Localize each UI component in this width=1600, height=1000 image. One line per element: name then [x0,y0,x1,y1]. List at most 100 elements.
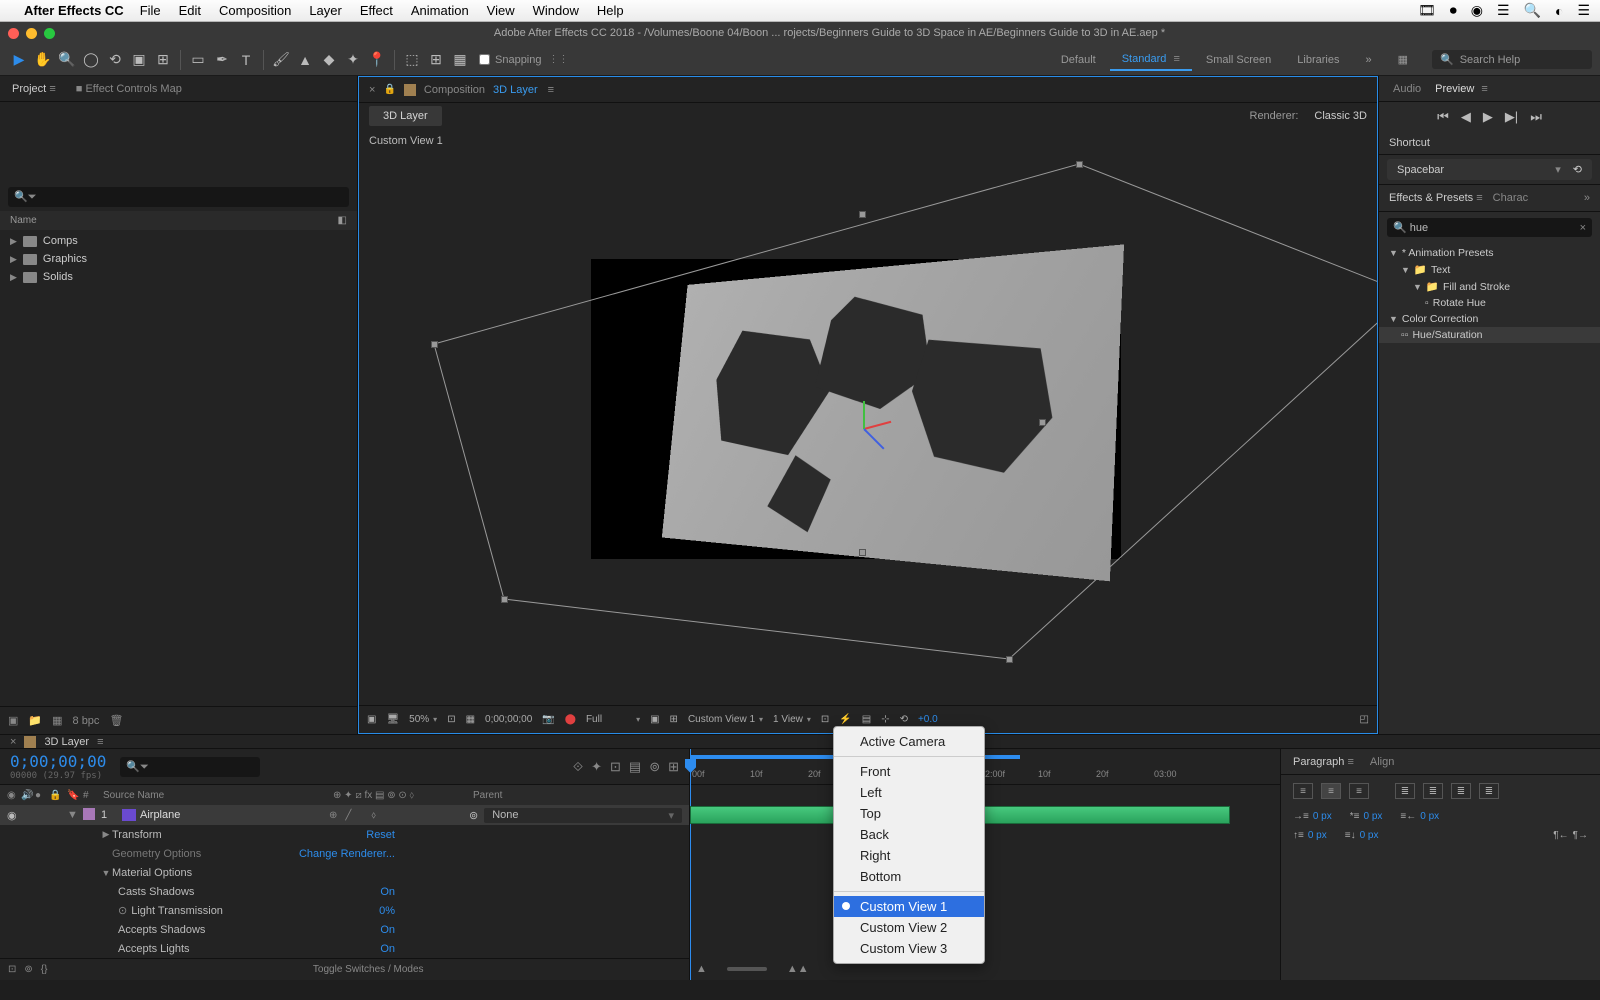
prop-transform[interactable]: ▶TransformReset [0,825,689,844]
view-option-front[interactable]: Front [834,761,984,782]
tl-footer-icon[interactable]: {} [41,964,48,975]
snapping-toggle[interactable]: Snapping ⋮⋮ [479,54,569,66]
playhead[interactable] [690,749,691,980]
hand-tool-icon[interactable]: ✋ [32,49,54,71]
window-close-button[interactable] [8,28,19,39]
indent-first[interactable]: *≡ 0 px [1350,811,1383,822]
justify-all-icon[interactable]: ≣ [1479,783,1499,799]
brush-tool-icon[interactable]: 🖌 [270,49,292,71]
menu-file[interactable]: File [140,3,161,18]
snapping-checkbox[interactable] [479,54,490,65]
layer-handle[interactable] [431,341,438,348]
align-center-icon[interactable]: ≡ [1321,783,1341,799]
view-option-right[interactable]: Right [834,845,984,866]
prop-accepts-shadows[interactable]: Accepts ShadowsOn [0,920,689,939]
project-folder-solids[interactable]: ▶Solids [0,268,357,286]
view-option-custom-1[interactable]: Custom View 1 [834,896,984,917]
snapping-chevron-icon[interactable]: ⋮⋮ [549,54,569,65]
clone-tool-icon[interactable]: ▲ [294,49,316,71]
layer-color-chip[interactable] [83,808,95,820]
project-folder-comps[interactable]: ▶Comps [0,232,357,250]
timeline-ruler[interactable]: 00f 10f 20f 02:00f 10f 20f 03:00 [690,749,1280,785]
paragraph-tab[interactable]: Paragraph ≡ [1293,756,1354,768]
draft-3d-icon[interactable]: ✦ [591,759,602,775]
pen-tool-icon[interactable]: ✒ [211,49,233,71]
character-tab[interactable]: Charac [1493,192,1528,204]
pan-behind-tool-icon[interactable]: ⊞ [152,49,174,71]
reset-exposure-icon[interactable]: ⟲ [900,714,908,725]
workspace-overflow-icon[interactable]: » [1353,50,1383,70]
maximize-icon[interactable]: ◰ [1360,714,1369,725]
tree-hue-saturation[interactable]: ▫▫ Hue/Saturation [1379,327,1600,343]
menu-composition[interactable]: Composition [219,3,291,18]
close-tab-icon[interactable]: × [369,84,375,96]
menu-window[interactable]: Window [533,3,579,18]
effects-search[interactable]: 🔍 hue × [1387,218,1592,237]
tl-footer-icon[interactable]: ⊚ [24,964,32,975]
align-right-icon[interactable]: ≡ [1349,783,1369,799]
frame-blend-icon[interactable]: ▤ [629,759,641,775]
prop-light-transmission[interactable]: ⊙Light Transmission0% [0,901,689,920]
ltr-toggle-icon[interactable]: ¶→ [1573,830,1588,841]
renderer-value[interactable]: Classic 3D [1314,110,1367,122]
zoom-in-icon[interactable]: ▲▲ [787,963,809,975]
menubar-siri-icon[interactable]: ◐ [1555,3,1563,19]
parent-pickwhip-icon[interactable]: ⊚ [469,809,478,822]
toggle-switches-modes[interactable]: Toggle Switches / Modes [313,964,424,975]
clear-search-icon[interactable]: × [1580,222,1586,234]
view-option-active-camera[interactable]: Active Camera [834,731,984,752]
puppet-tool-icon[interactable]: 📍 [366,49,388,71]
reset-icon[interactable]: ⟲ [1573,163,1582,176]
current-timecode[interactable]: 0;00;00;00 [10,752,106,771]
project-search[interactable]: 🔍⏷ [8,187,349,207]
justify-left-icon[interactable]: ≣ [1395,783,1415,799]
new-folder-icon[interactable]: 📁 [28,714,42,727]
snapshot-icon[interactable]: 📷 [542,714,554,725]
timeline-icon[interactable]: ▤ [862,714,871,725]
fx-controls-tab[interactable]: ■ Effect Controls Map [72,79,186,99]
layer-handle[interactable] [1006,656,1013,663]
view-axis-icon[interactable]: ▦ [449,49,471,71]
resolution-dropdown[interactable]: Full▾ [586,714,640,725]
prop-casts-shadows[interactable]: Casts ShadowsOn [0,882,689,901]
timeline-search[interactable]: 🔍⏷ [120,757,260,777]
tree-text[interactable]: ▼📁 Text [1379,261,1600,278]
timeline-track-area[interactable]: 00f 10f 20f 02:00f 10f 20f 03:00 ▲ ▲▲ [690,749,1280,980]
timeline-columns-header[interactable]: ◉🔊●🔒 🔖# Source Name ⊕ ✦ ⧄ fx ▤ ⊚ ⊙ ⬨ Par… [0,785,689,805]
effects-presets-tab[interactable]: Effects & Presets ≡ [1389,192,1483,204]
motion-blur-icon[interactable]: ⊚ [649,759,660,775]
space-before[interactable]: ↑≡ 0 px [1293,830,1327,841]
zoom-dropdown[interactable]: 50%▾ [409,714,437,725]
flowchart-icon[interactable]: ⊹ [881,714,889,725]
view-option-top[interactable]: Top [834,803,984,824]
align-tab[interactable]: Align [1370,756,1394,768]
new-comp-icon[interactable]: ▦ [52,714,62,727]
layer-handle[interactable] [1076,161,1083,168]
composition-viewport[interactable]: Custom View 1 [359,129,1377,705]
comp-tab[interactable]: 3D Layer [369,106,442,126]
menubar-record-icon[interactable]: ⏺ [1450,2,1457,19]
tree-fill-stroke[interactable]: ▼📁 Fill and Stroke [1379,278,1600,295]
view-option-custom-3[interactable]: Custom View 3 [834,938,984,959]
rtl-toggle-icon[interactable]: ¶← [1553,830,1568,841]
composition-name[interactable]: 3D Layer [493,84,538,96]
close-timeline-tab-icon[interactable]: × [10,736,16,748]
timeline-tab[interactable]: 3D Layer [44,736,89,748]
trash-icon[interactable]: 🗑 [109,714,123,727]
next-frame-icon[interactable]: ▶| [1505,109,1518,125]
panel-menu-icon[interactable]: ≡ [548,84,554,96]
menu-view[interactable]: View [487,3,515,18]
first-frame-icon[interactable]: ⏮ [1437,109,1449,125]
menu-effect[interactable]: Effect [360,3,393,18]
zoom-tool-icon[interactable]: 🔍 [56,49,78,71]
zoom-slider[interactable] [727,967,767,971]
camera-tool-icon[interactable]: ▣ [128,49,150,71]
app-name[interactable]: After Effects CC [24,3,124,18]
layer-expand-icon[interactable]: ▼ [64,809,80,821]
menu-help[interactable]: Help [597,3,624,18]
window-minimize-button[interactable] [26,28,37,39]
play-icon[interactable]: ▶ [1483,109,1493,125]
eraser-tool-icon[interactable]: ◆ [318,49,340,71]
3d-view-dropdown[interactable]: Custom View 1▾ [688,714,763,725]
transparency-grid-icon[interactable]: ▦ [466,714,475,725]
